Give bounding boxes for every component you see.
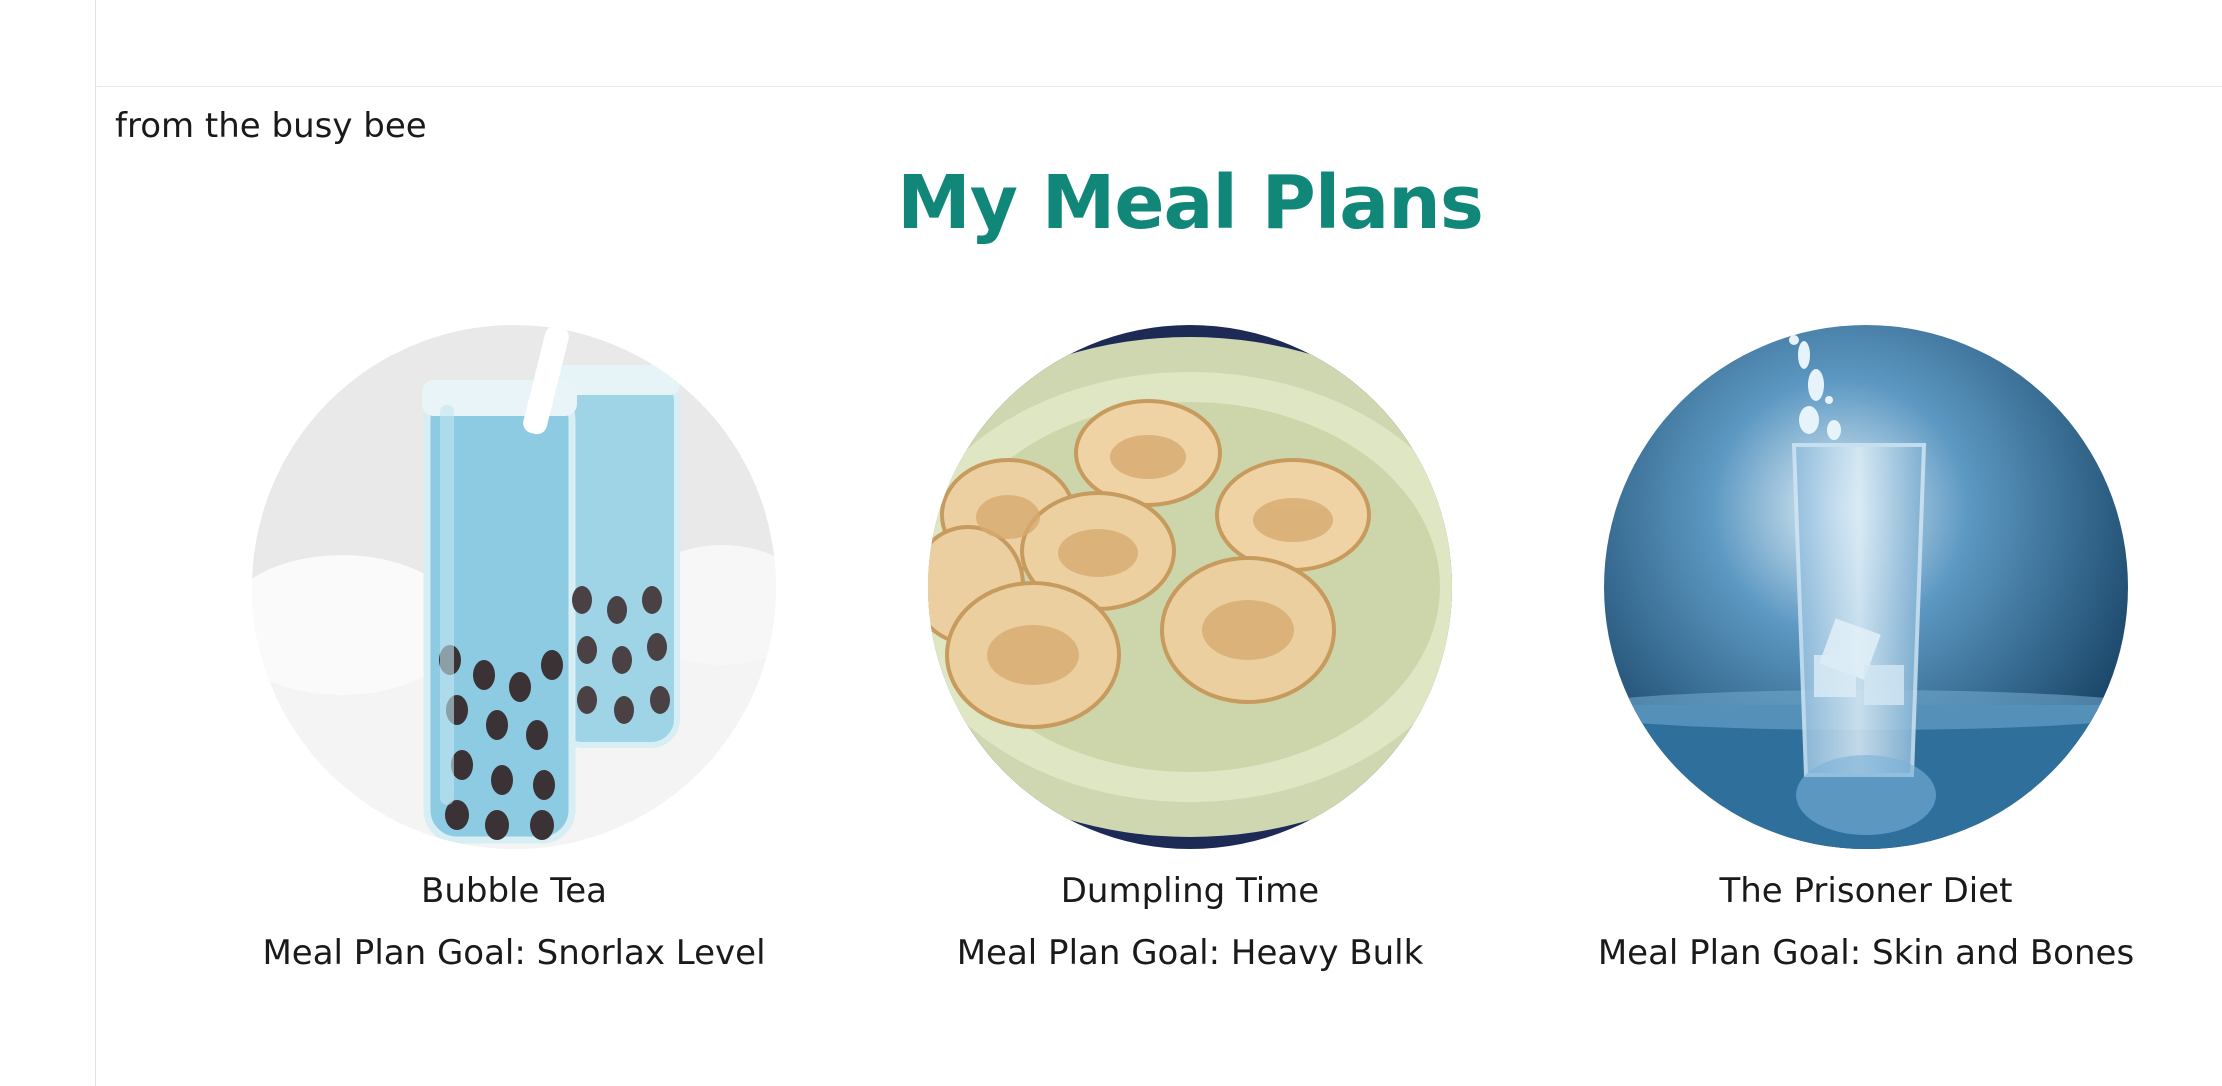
bubble-tea-photo[interactable] bbox=[252, 325, 776, 849]
top-bar bbox=[97, 0, 2222, 87]
meal-plan-name[interactable]: Dumpling Time bbox=[880, 871, 1500, 911]
meal-plan-goal: Meal Plan Goal: Snorlax Level bbox=[262, 933, 766, 973]
meal-plan-goal: Meal Plan Goal: Heavy Bulk bbox=[956, 933, 1424, 973]
meal-plan-name[interactable]: The Prisoner Diet bbox=[1556, 871, 2176, 911]
left-rail bbox=[0, 0, 96, 1086]
main-content: from the busy bee My Meal Plans Bubble T… bbox=[97, 88, 2222, 1086]
dumplings-photo[interactable] bbox=[928, 325, 1452, 849]
glass-of-water-photo[interactable] bbox=[1604, 325, 2128, 849]
page-title: My Meal Plans bbox=[897, 160, 1484, 246]
meal-plan-goal: Meal Plan Goal: Skin and Bones bbox=[1597, 933, 2135, 973]
meal-plan-card-dumpling-time[interactable]: Dumpling Time Meal Plan Goal: Heavy Bulk bbox=[880, 325, 1500, 973]
meal-plan-card-prisoner-diet[interactable]: The Prisoner Diet Meal Plan Goal: Skin a… bbox=[1556, 325, 2176, 973]
tagline: from the busy bee bbox=[115, 106, 427, 146]
meal-plan-name[interactable]: Bubble Tea bbox=[204, 871, 824, 911]
meal-plan-card-bubble-tea[interactable]: Bubble Tea Meal Plan Goal: Snorlax Level bbox=[204, 325, 824, 973]
